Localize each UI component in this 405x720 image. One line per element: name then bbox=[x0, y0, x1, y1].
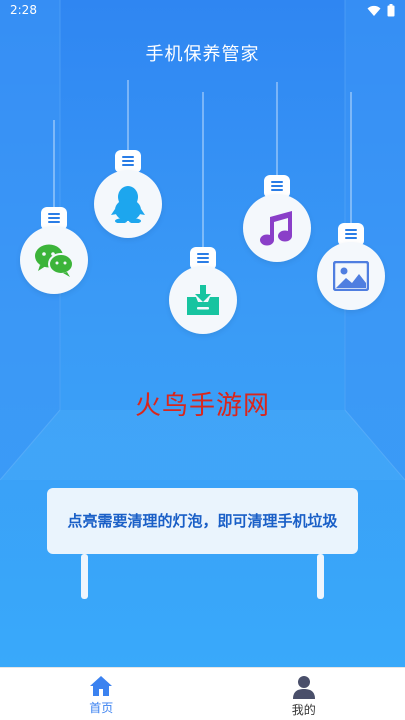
bulb-globe[interactable] bbox=[317, 242, 385, 310]
bottom-tab-bar: 首页 我的 bbox=[0, 667, 405, 720]
bulb-music[interactable] bbox=[243, 0, 311, 280]
battery-icon bbox=[387, 4, 395, 17]
music-note-icon bbox=[260, 211, 292, 246]
bulb-wire bbox=[127, 80, 129, 152]
bulb-globe[interactable] bbox=[20, 226, 88, 294]
tip-panel-leg-left bbox=[81, 554, 88, 599]
wechat-icon bbox=[35, 244, 74, 277]
bulb-wechat[interactable] bbox=[20, 0, 88, 300]
download-box-icon bbox=[187, 285, 219, 315]
tip-panel-leg-right bbox=[317, 554, 324, 599]
tip-panel: 点亮需要清理的灯泡，即可清理手机垃圾 bbox=[47, 488, 358, 554]
bulb-globe[interactable] bbox=[94, 170, 162, 238]
bulb-download[interactable] bbox=[169, 0, 237, 340]
home-icon bbox=[90, 676, 113, 696]
bulb-cap bbox=[115, 150, 141, 172]
bulb-image[interactable] bbox=[317, 0, 385, 320]
bulb-wire bbox=[202, 92, 204, 248]
watermark: 火鸟手游网 bbox=[134, 391, 270, 421]
bulb-globe[interactable] bbox=[243, 194, 311, 262]
bulb-qq[interactable] bbox=[94, 0, 162, 250]
tab-mine[interactable]: 我的 bbox=[203, 668, 405, 720]
tab-home-label: 首页 bbox=[89, 701, 114, 715]
bulb-wire bbox=[53, 120, 55, 210]
qq-penguin-icon bbox=[111, 186, 145, 223]
image-icon bbox=[333, 261, 369, 291]
bulb-wire bbox=[276, 82, 278, 176]
main-screen: 2:28 手机保养管家 火鸟手游网 点亮需要清理的灯泡，即可清理手机垃圾 bbox=[0, 0, 405, 667]
tab-home[interactable]: 首页 bbox=[0, 668, 203, 720]
tab-mine-label: 我的 bbox=[291, 703, 316, 717]
bulb-globe[interactable] bbox=[169, 266, 237, 334]
tip-text: 点亮需要清理的灯泡，即可清理手机垃圾 bbox=[67, 512, 338, 530]
bulb-wire bbox=[350, 92, 352, 224]
user-icon bbox=[292, 676, 315, 699]
